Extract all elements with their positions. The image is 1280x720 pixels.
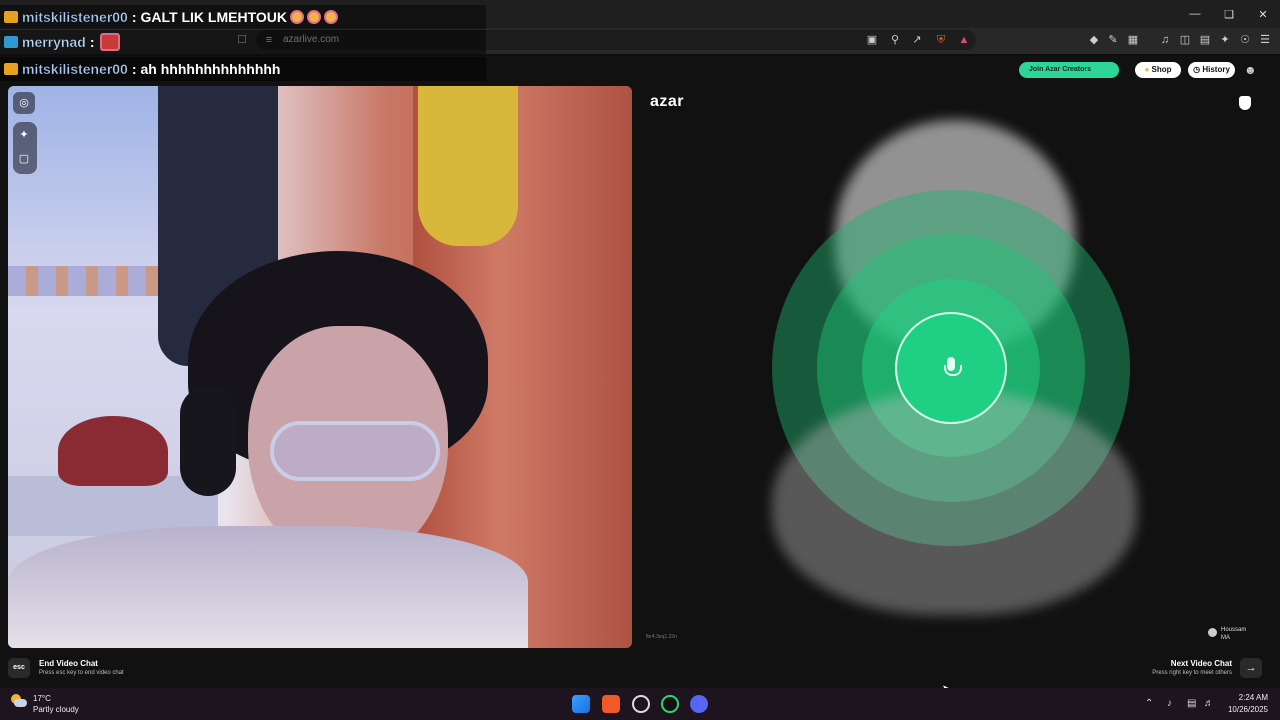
- obs-icon[interactable]: [632, 695, 650, 713]
- crown-badge-icon: [4, 11, 18, 23]
- shop-icon: ●: [1144, 65, 1150, 74]
- clock-time[interactable]: 2:24 AM: [1239, 693, 1268, 702]
- end-chat-title[interactable]: End Video Chat: [39, 659, 98, 668]
- join-creators-button[interactable]: Join Azar Creators: [1019, 62, 1119, 78]
- next-chat-arrow-icon[interactable]: →: [1240, 658, 1262, 678]
- screen: — ❑ ✕ ☐ ≡ azarlive.com ▣ ⚲ ↗ ⛨ ▲ ◆ ✎ ▦ ♫…: [0, 0, 1280, 720]
- chat-text: ah hhhhhhhhhhhhhh: [140, 61, 281, 77]
- history-icon: ◷: [1193, 65, 1201, 74]
- camera-switch-icon[interactable]: ◎: [13, 92, 35, 114]
- history-button[interactable]: ◷ History: [1188, 62, 1235, 78]
- weather-condition[interactable]: Partly cloudy: [33, 705, 79, 714]
- prime-badge-icon: [4, 36, 18, 48]
- microphone-icon: [944, 357, 962, 379]
- chat-username: mitskilistener00: [22, 61, 128, 77]
- vpn-icon[interactable]: ☉: [1238, 33, 1252, 47]
- emote-icon: [323, 10, 338, 24]
- effects-icon[interactable]: ✦: [13, 124, 35, 146]
- tray-network-icon[interactable]: ▤: [1187, 698, 1196, 709]
- chat-separator: :: [131, 9, 137, 25]
- shop-label: Shop: [1151, 65, 1172, 74]
- brave-rewards-icon[interactable]: ▲: [957, 33, 971, 47]
- partner-avatar-icon: [1208, 628, 1217, 637]
- emote-icon: [289, 10, 304, 24]
- profile-icon[interactable]: ☻: [1244, 63, 1258, 77]
- puzzle-icon[interactable]: ✎: [1106, 33, 1120, 47]
- crown-badge-icon: [4, 63, 18, 75]
- brave-shields-icon[interactable]: ⛨: [934, 33, 948, 47]
- video-side-tools: ◎ ✦ ▢: [13, 92, 37, 180]
- chat-username: merrynad: [22, 34, 86, 50]
- partner-country: MA: [1221, 635, 1230, 641]
- weather-temperature[interactable]: 17°C: [33, 694, 51, 703]
- window-controls: — ❑ ✕: [1178, 0, 1280, 28]
- end-chat-key[interactable]: esc: [8, 658, 30, 678]
- clock-date[interactable]: 10/26/2025: [1228, 705, 1268, 714]
- weather-icon[interactable]: [11, 694, 27, 708]
- emote-icon: [306, 10, 321, 24]
- report-shield-icon[interactable]: [1239, 96, 1251, 110]
- menu-icon[interactable]: ☰: [1258, 33, 1272, 47]
- filter-icon[interactable]: ▢: [13, 148, 35, 170]
- streamlabs-icon[interactable]: [661, 695, 679, 713]
- screenshot-icon[interactable]: ▦: [1126, 33, 1140, 47]
- shop-button[interactable]: ● Shop: [1135, 62, 1181, 78]
- history-label: History: [1202, 65, 1230, 74]
- next-chat-hint: Press right key to meet others: [1152, 670, 1232, 676]
- chat-username: mitskilistener00: [22, 9, 128, 25]
- cast-icon[interactable]: ▣: [865, 33, 879, 47]
- brave-browser-icon[interactable]: [602, 695, 620, 713]
- session-id: fbr4.3eq1.22n: [646, 634, 677, 640]
- end-chat-hint: Press esc key to end video chat: [39, 670, 124, 676]
- emote-icon: [100, 33, 121, 51]
- minimize-icon[interactable]: —: [1178, 0, 1212, 28]
- chat-separator: :: [89, 34, 95, 50]
- local-video-feed: [8, 86, 632, 648]
- tray-microphone-icon[interactable]: ♪: [1167, 698, 1172, 709]
- azar-logo: azar: [650, 93, 685, 110]
- chat-text: GALT LIK LMEHTOUK: [140, 9, 287, 25]
- sidebar-icon[interactable]: ◫: [1178, 33, 1192, 47]
- windows-start-icon[interactable]: [572, 695, 590, 713]
- next-chat-title[interactable]: Next Video Chat: [1171, 659, 1232, 668]
- tray-volume-icon[interactable]: ♬: [1204, 698, 1214, 709]
- extension-icon[interactable]: ◆: [1087, 33, 1101, 47]
- zoom-icon[interactable]: ⚲: [888, 33, 902, 47]
- microphone-button[interactable]: [895, 312, 1007, 424]
- wallet-icon[interactable]: ▤: [1198, 33, 1212, 47]
- maximize-icon[interactable]: ❑: [1212, 0, 1246, 28]
- chat-message: mitskilistener00 : GALT LIK LMEHTOUK: [0, 5, 486, 29]
- tray-overflow-icon[interactable]: ⌃: [1145, 698, 1153, 709]
- leo-ai-icon[interactable]: ✦: [1218, 33, 1232, 47]
- chat-message: merrynad :: [0, 30, 486, 54]
- music-icon[interactable]: ♫: [1158, 33, 1172, 47]
- close-icon[interactable]: ✕: [1246, 0, 1280, 28]
- discord-icon[interactable]: [690, 695, 708, 713]
- partner-name: Houssam: [1221, 627, 1247, 633]
- chat-message: mitskilistener00 : ah hhhhhhhhhhhhhh: [0, 57, 486, 81]
- join-creators-label: Join Azar Creators: [1029, 66, 1091, 73]
- chat-separator: :: [131, 61, 137, 77]
- partner-info: Houssam MA: [1221, 626, 1246, 642]
- share-icon[interactable]: ↗: [910, 33, 924, 47]
